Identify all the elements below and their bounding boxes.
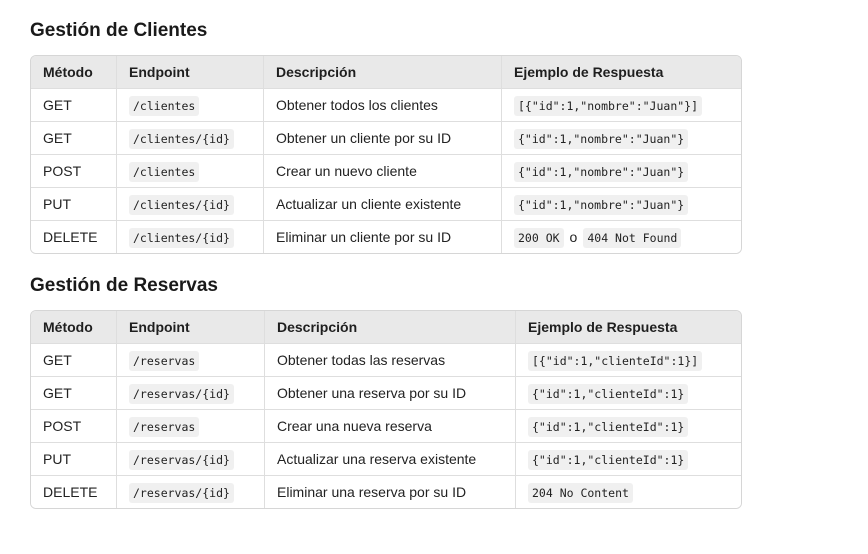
table-row: GET /clientes/{id} Obtener un cliente po…	[31, 122, 741, 155]
response-code: 204 No Content	[528, 483, 633, 503]
description-cell: Crear una nueva reserva	[265, 410, 516, 443]
description-cell: Obtener todos los clientes	[264, 89, 502, 122]
response-code: {"id":1,"nombre":"Juan"}	[514, 195, 689, 215]
section-title-clientes: Gestión de Clientes	[30, 20, 208, 41]
endpoint-cell: /clientes	[117, 89, 264, 122]
response-code: {"id":1,"clienteId":1}	[528, 384, 689, 404]
endpoint-cell: /reservas/{id}	[117, 443, 265, 476]
table-row: GET /reservas Obtener todas las reservas…	[31, 344, 741, 377]
method-cell: GET	[31, 377, 117, 410]
column-header: Descripción	[264, 56, 502, 89]
description-cell: Obtener un cliente por su ID	[264, 122, 502, 155]
endpoint-cell: /clientes/{id}	[117, 188, 264, 221]
reservas-table: Método Endpoint Descripción Ejemplo de R…	[30, 310, 742, 509]
method-cell: PUT	[31, 188, 117, 221]
table-row: DELETE /clientes/{id} Eliminar un client…	[31, 221, 741, 253]
response-cell: {"id":1,"nombre":"Juan"}	[502, 188, 741, 221]
column-header: Endpoint	[117, 311, 265, 344]
endpoint-code: /clientes/{id}	[129, 228, 234, 248]
response-cell: {"id":1,"clienteId":1}	[516, 410, 741, 443]
table-header-row: Método Endpoint Descripción Ejemplo de R…	[31, 311, 741, 344]
response-code: [{"id":1,"nombre":"Juan"}]	[514, 96, 703, 116]
endpoint-code: /clientes/{id}	[129, 195, 234, 215]
section-title-reservas: Gestión de Reservas	[30, 275, 218, 296]
endpoint-code: /reservas/{id}	[129, 384, 234, 404]
table-row: PUT /clientes/{id} Actualizar un cliente…	[31, 188, 741, 221]
response-cell: [{"id":1,"clienteId":1}]	[516, 344, 741, 377]
table-row: POST /reservas Crear una nueva reserva {…	[31, 410, 741, 443]
response-code: [{"id":1,"clienteId":1}]	[528, 351, 703, 371]
response-cell: {"id":1,"clienteId":1}	[516, 443, 741, 476]
method-cell: POST	[31, 410, 117, 443]
response-code: 404 Not Found	[583, 228, 682, 248]
method-cell: GET	[31, 89, 117, 122]
description-cell: Actualizar una reserva existente	[265, 443, 516, 476]
response-code: {"id":1,"clienteId":1}	[528, 417, 689, 437]
description-cell: Eliminar una reserva por su ID	[265, 476, 516, 508]
endpoint-cell: /clientes	[117, 155, 264, 188]
method-cell: GET	[31, 344, 117, 377]
endpoint-cell: /reservas	[117, 410, 265, 443]
column-header: Endpoint	[117, 56, 264, 89]
column-header: Método	[31, 311, 117, 344]
endpoint-cell: /clientes/{id}	[117, 122, 264, 155]
endpoint-cell: /reservas/{id}	[117, 377, 265, 410]
description-cell: Obtener todas las reservas	[265, 344, 516, 377]
method-cell: DELETE	[31, 221, 117, 253]
endpoint-cell: /reservas	[117, 344, 265, 377]
endpoint-code: /reservas	[129, 351, 200, 371]
method-cell: PUT	[31, 443, 117, 476]
response-code: {"id":1,"nombre":"Juan"}	[514, 162, 689, 182]
response-cell: 200 OK o 404 Not Found	[502, 221, 741, 253]
endpoint-cell: /reservas/{id}	[117, 476, 265, 508]
endpoint-cell: /clientes/{id}	[117, 221, 264, 253]
description-cell: Eliminar un cliente por su ID	[264, 221, 502, 253]
response-cell: [{"id":1,"nombre":"Juan"}]	[502, 89, 741, 122]
clientes-table: Método Endpoint Descripción Ejemplo de R…	[30, 55, 742, 254]
description-cell: Actualizar un cliente existente	[264, 188, 502, 221]
response-code: {"id":1,"nombre":"Juan"}	[514, 129, 689, 149]
description-cell: Obtener una reserva por su ID	[265, 377, 516, 410]
response-separator: o	[569, 229, 578, 245]
table-row: DELETE /reservas/{id} Eliminar una reser…	[31, 476, 741, 508]
method-cell: GET	[31, 122, 117, 155]
response-cell: {"id":1,"nombre":"Juan"}	[502, 122, 741, 155]
column-header: Descripción	[265, 311, 516, 344]
endpoint-code: /clientes/{id}	[129, 129, 234, 149]
endpoint-code: /reservas/{id}	[129, 483, 234, 503]
endpoint-code: /reservas/{id}	[129, 450, 234, 470]
response-cell: {"id":1,"clienteId":1}	[516, 377, 741, 410]
method-cell: POST	[31, 155, 117, 188]
table-row: PUT /reservas/{id} Actualizar una reserv…	[31, 443, 741, 476]
response-code: {"id":1,"clienteId":1}	[528, 450, 689, 470]
response-cell: 204 No Content	[516, 476, 741, 508]
response-code: 200 OK	[514, 228, 564, 248]
column-header: Ejemplo de Respuesta	[516, 311, 741, 344]
table-row: GET /reservas/{id} Obtener una reserva p…	[31, 377, 741, 410]
column-header: Ejemplo de Respuesta	[502, 56, 741, 89]
table-row: GET /clientes Obtener todos los clientes…	[31, 89, 741, 122]
method-cell: DELETE	[31, 476, 117, 508]
column-header: Método	[31, 56, 117, 89]
endpoint-code: /reservas	[129, 417, 200, 437]
endpoint-code: /clientes	[129, 162, 200, 182]
description-cell: Crear un nuevo cliente	[264, 155, 502, 188]
endpoint-code: /clientes	[129, 96, 200, 116]
table-row: POST /clientes Crear un nuevo cliente {"…	[31, 155, 741, 188]
table-header-row: Método Endpoint Descripción Ejemplo de R…	[31, 56, 741, 89]
response-cell: {"id":1,"nombre":"Juan"}	[502, 155, 741, 188]
